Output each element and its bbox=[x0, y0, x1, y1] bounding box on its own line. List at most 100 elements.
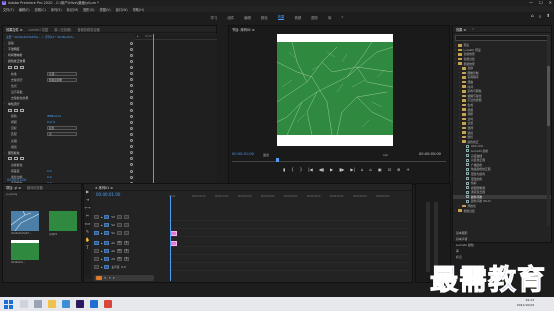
razor-tool[interactable]: ✂ bbox=[86, 213, 89, 218]
workspace-libraries[interactable]: 库 bbox=[328, 15, 331, 20]
workspace-more[interactable]: » bbox=[341, 15, 343, 19]
timeline-ruler[interactable]: 00:00 00:00:05:00 00:00:10:00 00:00:15:00 00… bbox=[169, 195, 409, 200]
reset-parameter-icon[interactable] bbox=[130, 145, 133, 149]
step-forward-button[interactable]: ▮▶ bbox=[339, 167, 344, 172]
marker-icon[interactable]: ▾ bbox=[113, 276, 115, 280]
mute-button[interactable]: M bbox=[116, 249, 122, 254]
solo-button[interactable]: S bbox=[123, 241, 129, 246]
timeline-playhead[interactable] bbox=[170, 196, 171, 281]
master-volume-value[interactable]: 0.0 bbox=[121, 265, 125, 269]
close-button[interactable]: ✕ bbox=[549, 0, 552, 5]
zoom-select[interactable]: 适合 bbox=[263, 153, 269, 157]
menu-markers[interactable]: 标记(M) bbox=[67, 7, 79, 12]
safe-margins-button[interactable]: ⊞ bbox=[397, 167, 400, 172]
button-editor-button[interactable]: + bbox=[406, 167, 409, 172]
source-patch-toggle[interactable] bbox=[94, 257, 99, 262]
reset-parameter-icon[interactable] bbox=[130, 78, 133, 82]
workspace-assembly[interactable]: 组件 bbox=[227, 15, 234, 20]
mask-shape-tools[interactable] bbox=[4, 65, 24, 69]
workspace-editing[interactable]: 编辑 bbox=[244, 15, 251, 20]
track-target-toggle[interactable] bbox=[104, 215, 110, 220]
lock-icon[interactable]: 🔒︎ bbox=[101, 216, 102, 219]
solo-button[interactable]: S bbox=[123, 257, 129, 262]
search-icon[interactable] bbox=[20, 300, 28, 308]
pen-mask-icon[interactable] bbox=[20, 65, 24, 69]
eye-icon[interactable] bbox=[123, 231, 129, 236]
menu-edit[interactable]: 编辑(E) bbox=[19, 7, 30, 12]
wrench-icon[interactable]: ✎ bbox=[104, 276, 107, 280]
link-icon[interactable]: ⚭ bbox=[109, 276, 112, 280]
tab-lumetri-scopes[interactable]: Lumetri 范围 bbox=[28, 27, 48, 32]
track-lane[interactable] bbox=[169, 264, 409, 271]
lock-icon[interactable]: 🔒︎ bbox=[101, 232, 102, 235]
solo-button[interactable]: S bbox=[123, 249, 129, 254]
task-view-icon[interactable] bbox=[34, 300, 42, 308]
mark-out-button[interactable]: } bbox=[300, 167, 303, 172]
mute-button[interactable]: M bbox=[116, 257, 122, 262]
workspace-learn[interactable]: 学习 bbox=[211, 15, 218, 20]
reset-parameter-icon[interactable] bbox=[130, 169, 133, 173]
project-item-thumbnail[interactable] bbox=[10, 210, 40, 232]
resolution-select[interactable]: 1/2 bbox=[383, 153, 388, 157]
menu-graphics[interactable]: 图形(G) bbox=[83, 7, 94, 12]
track-header[interactable]: 🔒︎ V2 bbox=[94, 222, 166, 229]
effect-property-select[interactable]: 饱和度调整 bbox=[47, 77, 77, 82]
selection-tool[interactable]: ▶ bbox=[86, 189, 89, 194]
tab-project[interactable]: 项目: yi ≡ bbox=[6, 185, 21, 190]
tab-media-browser[interactable]: 媒体浏览器 bbox=[27, 185, 43, 190]
hand-tool[interactable]: ✋ bbox=[85, 237, 90, 242]
go-to-out-button[interactable]: ▶| bbox=[350, 167, 354, 172]
menu-window[interactable]: 窗口(W) bbox=[116, 7, 128, 12]
effect-property-select[interactable]: 亮调... bbox=[47, 71, 77, 76]
windows-start-icon[interactable] bbox=[4, 299, 13, 309]
lock-icon[interactable]: 🔒︎ bbox=[101, 266, 102, 269]
reset-parameter-icon[interactable] bbox=[130, 157, 133, 161]
track-header[interactable]: 🔒︎ A3 M S bbox=[94, 256, 166, 263]
ripple-edit-tool[interactable]: ⟷ bbox=[85, 205, 91, 210]
reset-parameter-icon[interactable] bbox=[130, 108, 133, 112]
mark-in-button[interactable]: { bbox=[291, 167, 294, 172]
track-lane[interactable] bbox=[169, 214, 409, 221]
reset-parameter-icon[interactable] bbox=[130, 90, 133, 94]
eye-icon[interactable] bbox=[116, 215, 122, 220]
source-patch-toggle[interactable] bbox=[94, 215, 99, 220]
track-lane[interactable] bbox=[169, 230, 409, 237]
search-icon[interactable]: ⌕ bbox=[539, 14, 542, 20]
effect-property-select[interactable]: 蓝色 bbox=[47, 126, 77, 131]
effects-scrollbar[interactable] bbox=[547, 36, 550, 226]
reset-parameter-icon[interactable] bbox=[130, 84, 133, 88]
workspace-audio[interactable]: 音频 bbox=[294, 15, 301, 20]
track-target-toggle[interactable] bbox=[104, 249, 110, 254]
tab-sequence[interactable]: × 序列01 ≡ bbox=[95, 185, 113, 190]
rect-mask-icon[interactable] bbox=[14, 157, 18, 161]
menu-file[interactable]: 文件(F) bbox=[3, 7, 14, 12]
effect-controls-timecode[interactable]: 00:00:01:00 bbox=[7, 178, 26, 182]
source-patch-toggle[interactable] bbox=[94, 249, 99, 254]
home-icon[interactable]: ⌂ bbox=[531, 14, 534, 20]
lock-icon[interactable]: 🔒︎ bbox=[101, 242, 102, 245]
pen-mask-icon[interactable] bbox=[20, 108, 24, 112]
rect-mask-icon[interactable] bbox=[14, 108, 18, 112]
mute-button[interactable]: M bbox=[116, 241, 122, 246]
eye-icon[interactable] bbox=[123, 215, 129, 220]
keyframe-ruler[interactable]: ▶ 00:00 bbox=[135, 34, 217, 184]
reset-parameter-icon[interactable] bbox=[130, 96, 133, 100]
effect-property-select[interactable]: 亮 bbox=[47, 132, 77, 137]
effect-property-value[interactable]: #8BCA1A bbox=[47, 114, 77, 118]
eye-icon[interactable] bbox=[123, 223, 129, 228]
reset-parameter-icon[interactable] bbox=[130, 114, 133, 118]
pen-tool[interactable]: ✎ bbox=[86, 229, 89, 234]
reset-parameter-icon[interactable] bbox=[130, 65, 133, 69]
reset-parameter-icon[interactable] bbox=[130, 175, 133, 179]
effect-property-value[interactable]: 0.0 bbox=[47, 175, 77, 179]
menu-view[interactable]: 视图(V) bbox=[100, 7, 111, 12]
timeline-clip[interactable] bbox=[170, 230, 177, 236]
tab-source[interactable]: 源: (无剪辑) bbox=[54, 27, 71, 32]
rect-mask-icon[interactable] bbox=[14, 65, 18, 69]
reset-parameter-icon[interactable] bbox=[130, 102, 133, 106]
reset-parameter-icon[interactable] bbox=[130, 53, 133, 57]
timeline-clip[interactable] bbox=[170, 240, 177, 246]
menu-clip[interactable]: 剪辑(C) bbox=[35, 7, 46, 12]
track-target-toggle[interactable] bbox=[104, 265, 110, 270]
track-lane[interactable] bbox=[169, 222, 409, 229]
